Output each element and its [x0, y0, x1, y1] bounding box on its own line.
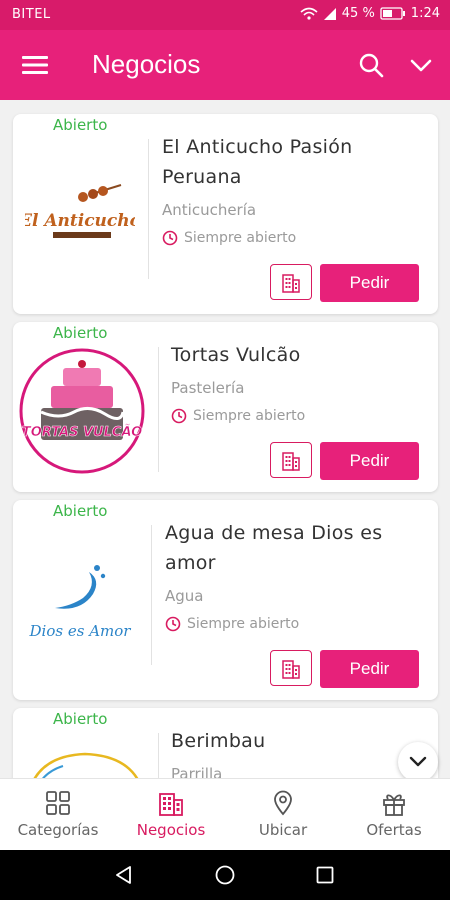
business-hours: Siempre abierto	[162, 230, 296, 246]
business-logo: TORTAS VULCÃO	[19, 348, 145, 474]
building-icon	[159, 793, 183, 816]
business-info-button[interactable]	[270, 650, 312, 686]
nav-label: Ubicar	[258, 821, 308, 839]
battery-icon	[380, 7, 405, 20]
back-icon[interactable]	[114, 865, 134, 885]
home-icon[interactable]	[215, 865, 235, 885]
grid-icon	[46, 791, 70, 815]
business-logo	[33, 752, 139, 778]
business-name: Agua de mesa Dios es amor	[165, 522, 383, 574]
status-icons: 45 % 1:24	[300, 6, 440, 21]
location-pin-icon	[274, 790, 292, 816]
nav-label: Negocios	[136, 821, 206, 839]
gift-icon	[383, 794, 405, 816]
menu-icon[interactable]	[22, 53, 48, 77]
clock-icon	[171, 408, 187, 424]
order-button[interactable]: Pedir	[320, 442, 419, 480]
business-name: El Anticucho Pasión Peruana	[162, 136, 353, 188]
building-icon	[282, 452, 300, 471]
battery-percent: 45 %	[341, 6, 375, 21]
business-info-button[interactable]	[270, 264, 312, 300]
open-status: Abierto	[53, 324, 108, 342]
app-bar: Negocios	[0, 30, 450, 100]
order-button[interactable]: Pedir	[320, 650, 419, 688]
chevron-down-icon[interactable]	[408, 54, 434, 76]
business-category: Pastelería	[171, 379, 245, 397]
business-category: Agua	[165, 587, 204, 605]
business-card[interactable]: Abierto El Anticucho El Anticucho Pasión…	[13, 114, 438, 314]
signal-icon	[323, 7, 336, 20]
business-list: Abierto El Anticucho El Anticucho Pasión…	[0, 100, 450, 778]
business-card[interactable]: Abierto TORTAS VULCÃO Tortas Vulcão Past…	[13, 322, 438, 492]
open-status: Abierto	[53, 502, 108, 520]
nav-label: Ofertas	[366, 821, 422, 839]
nav-categorias[interactable]: Categorías	[2, 779, 114, 851]
business-name: Tortas Vulcão	[171, 344, 301, 366]
nav-label: Categorías	[17, 821, 99, 839]
business-category: Anticuchería	[162, 201, 257, 219]
logo-text: TORTAS VULCÃO	[22, 424, 142, 440]
business-logo: Dios es Amor	[29, 565, 132, 640]
nav-ofertas[interactable]: Ofertas	[338, 779, 450, 851]
business-info-button[interactable]	[270, 442, 312, 478]
wifi-icon	[300, 7, 318, 20]
building-icon	[282, 660, 300, 679]
recents-icon[interactable]	[316, 866, 334, 884]
chevron-down-icon	[409, 756, 427, 767]
system-navigation-bar	[0, 850, 450, 900]
clock: 1:24	[410, 6, 440, 21]
search-icon[interactable]	[358, 52, 384, 78]
scroll-down-button[interactable]	[398, 742, 438, 782]
business-logo: El Anticucho	[25, 184, 135, 238]
open-status: Abierto	[53, 710, 108, 728]
nav-ubicar[interactable]: Ubicar	[227, 779, 339, 851]
nav-negocios[interactable]: Negocios	[115, 779, 227, 851]
business-card[interactable]: Abierto Dios es Amor Agua de mesa Dios e…	[13, 500, 438, 700]
page-title: Negocios	[92, 49, 201, 79]
clock-icon	[165, 616, 181, 632]
business-hours: Siempre abierto	[165, 616, 299, 632]
status-bar: BITEL 45 % 1:24	[0, 0, 450, 30]
logo-text: El Anticucho	[25, 211, 135, 231]
clock-icon	[162, 230, 178, 246]
business-name: Berimbau	[171, 730, 266, 752]
order-button[interactable]: Pedir	[320, 264, 419, 302]
open-status: Abierto	[53, 116, 108, 134]
logo-text: Dios es Amor	[29, 622, 132, 640]
carrier-name: BITEL	[12, 7, 51, 22]
bottom-navigation: Categorías Negocios Ubicar Ofertas	[0, 778, 450, 851]
business-hours: Siempre abierto	[171, 408, 305, 424]
business-category: Parrilla	[171, 765, 223, 778]
business-card[interactable]: Abierto Berimbau Parrilla	[13, 708, 438, 778]
building-icon	[282, 274, 300, 293]
